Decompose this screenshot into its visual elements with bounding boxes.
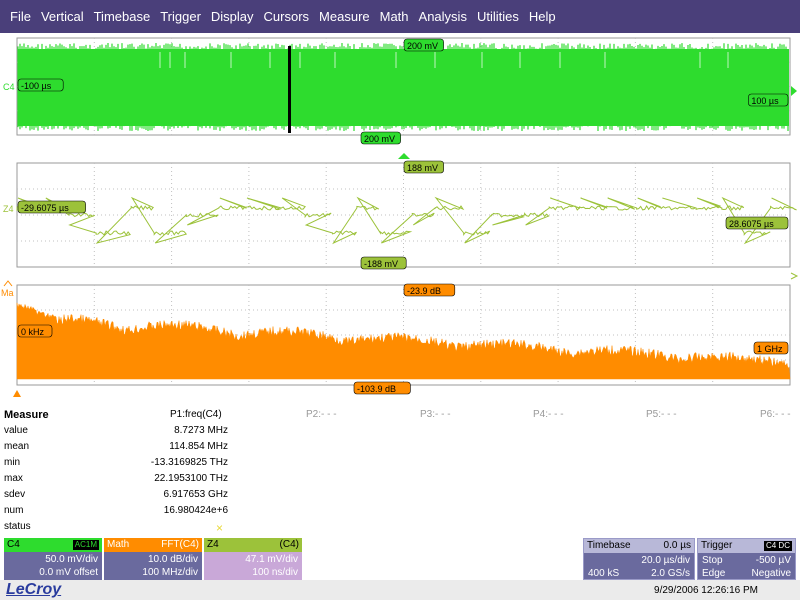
c4-level-marker-icon — [791, 86, 797, 96]
menu-utilities[interactable]: Utilities — [467, 9, 519, 24]
z4-func: (C4) — [279, 539, 299, 550]
c4-top-label: 200 mV — [403, 38, 444, 52]
menu-help[interactable]: Help — [519, 9, 556, 24]
svg-text:28.6075 µs: 28.6075 µs — [729, 219, 774, 229]
timebase-samples: 400 kS — [588, 568, 620, 579]
svg-text:-100 µs: -100 µs — [21, 81, 52, 91]
status-x-icon: × — [216, 521, 224, 535]
c4-left-label: -100 µs — [17, 78, 64, 92]
measure-row-label: sdev — [4, 489, 26, 500]
measure-row-value: 6.917653 GHz — [163, 489, 229, 500]
math-tile[interactable]: Math FFT(C4) 10.0 dB/div 100 MHz/div — [104, 538, 202, 580]
z4-tile-name: Z4 — [207, 539, 219, 550]
measure-p3-header[interactable]: P3:- - - — [420, 409, 451, 420]
c4-bottom-label: 200 mV — [360, 131, 401, 145]
trigger-level: -500 µV — [755, 555, 791, 566]
measure-row-value: 114.854 MHz — [169, 441, 228, 452]
c4-tile[interactable]: C4 AC1M 50.0 mV/div 0.0 mV offset — [4, 538, 102, 580]
menu-vertical[interactable]: Vertical — [31, 9, 84, 24]
measure-row-label: max — [4, 473, 23, 484]
math-vdiv: 10.0 dB/div — [147, 554, 198, 565]
measure-row-label: min — [4, 457, 21, 468]
math-func: FFT(C4) — [161, 539, 199, 550]
math-hdiv: 100 MHz/div — [142, 567, 198, 578]
timebase-delay: 0.0 µs — [663, 540, 691, 551]
svg-text:-188 mV: -188 mV — [364, 259, 398, 269]
menu-timebase[interactable]: Timebase — [84, 9, 151, 24]
math-left-label: 0 kHz — [17, 324, 53, 338]
measure-row-label: status — [4, 521, 31, 532]
measure-row-label: value — [4, 425, 28, 436]
math-top-label: -23.9 dB — [403, 283, 456, 297]
z4-channel-tag: Z4 — [3, 204, 14, 214]
c4-channel-tag: C4 — [3, 82, 15, 92]
measure-row-value: 8.7273 MHz — [174, 425, 228, 436]
trigger-mode: Stop — [702, 555, 723, 566]
trigger-tile-name: Trigger — [701, 540, 733, 551]
svg-text:1 GHz: 1 GHz — [757, 344, 783, 354]
measure-row-label: num — [4, 505, 24, 516]
c4-right-label: 100 µs — [748, 93, 789, 107]
measure-row-value: 22.1953100 THz — [154, 473, 228, 484]
menu-analysis[interactable]: Analysis — [409, 9, 467, 24]
timebase-tdiv: 20.0 µs/div — [641, 555, 690, 566]
z4-bottom-label: -188 mV — [360, 256, 407, 270]
menu-display[interactable]: Display — [201, 9, 254, 24]
c4-coupling-badge: AC1M — [72, 540, 99, 550]
measure-row-value: -13.3169825 THz — [150, 457, 228, 468]
measure-p5-header[interactable]: P5:- - - — [646, 409, 677, 420]
math-scale-marker-icon — [3, 280, 13, 287]
math-channel-tag: Ma — [1, 288, 14, 298]
math-tile-name: Math — [107, 539, 130, 550]
c4-offset: 0.0 mV offset — [39, 567, 98, 578]
svg-text:200 mV: 200 mV — [364, 134, 395, 144]
measure-panel: Measure P1:freq(C4) P2:- - - P3:- - - P4… — [0, 406, 800, 538]
lecroy-logo: LeCroy — [6, 581, 62, 598]
trigger-tile[interactable]: Trigger C4 DC Stop -500 µV Edge Negative — [697, 538, 796, 580]
measure-row-label: mean — [4, 441, 30, 452]
measure-p6-header[interactable]: P6:- - - — [760, 409, 791, 420]
z4-hdiv: 100 ns/div — [252, 567, 298, 578]
c4-vdiv: 50.0 mV/div — [45, 554, 98, 565]
svg-text:-23.9 dB: -23.9 dB — [407, 286, 441, 296]
svg-text:200 mV: 200 mV — [407, 41, 438, 51]
trigger-type: Edge — [702, 568, 726, 579]
status-bar: LeCroy 9/29/2006 12:26:16 PM — [0, 580, 800, 600]
z4-left-label: -29.6075 µs — [17, 200, 86, 214]
math-origin-marker-icon — [13, 390, 21, 397]
measure-title: Measure — [4, 409, 49, 421]
c4-tile-name: C4 — [7, 539, 20, 550]
menu-file[interactable]: File — [0, 9, 31, 24]
measure-p1-header[interactable]: P1:freq(C4) — [170, 409, 222, 420]
timebase-tile-name: Timebase — [587, 540, 631, 551]
date-time: 9/29/2006 12:26:16 PM — [654, 585, 758, 596]
menu-bar: File Vertical Timebase Trigger Display Cursor… — [0, 0, 800, 33]
scope-display: 200 mV 200 mV -100 µs 100 µs C4 188 mV -188 mV… — [1, 37, 799, 397]
math-right-label: 1 GHz — [753, 341, 789, 355]
z4-right-label: 28.6075 µs — [725, 216, 789, 230]
trigger-source-badge: C4 DC — [763, 541, 792, 551]
trigger-slope: Negative — [751, 568, 791, 579]
menu-cursors[interactable]: Cursors — [254, 9, 310, 24]
measure-p2-header[interactable]: P2:- - - — [306, 409, 337, 420]
z4-level-marker-icon — [790, 272, 799, 280]
measure-row-value: 16.980424e+6 — [163, 505, 228, 516]
z4-top-label: 188 mV — [403, 160, 444, 174]
trigger-position-icon — [398, 153, 410, 159]
menu-trigger[interactable]: Trigger — [150, 9, 201, 24]
svg-text:-29.6075 µs: -29.6075 µs — [21, 203, 69, 213]
z4-tile[interactable]: Z4 (C4) 47.1 mV/div 100 ns/div — [204, 538, 302, 580]
timebase-tile[interactable]: Timebase 0.0 µs 20.0 µs/div 400 kS 2.0 GS… — [583, 538, 695, 580]
svg-text:0 kHz: 0 kHz — [21, 327, 45, 337]
menu-measure[interactable]: Measure — [309, 9, 370, 24]
menu-math[interactable]: Math — [370, 9, 409, 24]
c4-cursor-marker — [288, 46, 291, 133]
math-bottom-label: -103.9 dB — [353, 381, 411, 395]
z4-vdiv: 47.1 mV/div — [245, 554, 298, 565]
svg-text:-103.9 dB: -103.9 dB — [357, 384, 396, 394]
timebase-rate: 2.0 GS/s — [651, 568, 690, 579]
measure-p4-header[interactable]: P4:- - - — [533, 409, 564, 420]
svg-text:100 µs: 100 µs — [751, 96, 779, 106]
svg-text:188 mV: 188 mV — [407, 163, 438, 173]
